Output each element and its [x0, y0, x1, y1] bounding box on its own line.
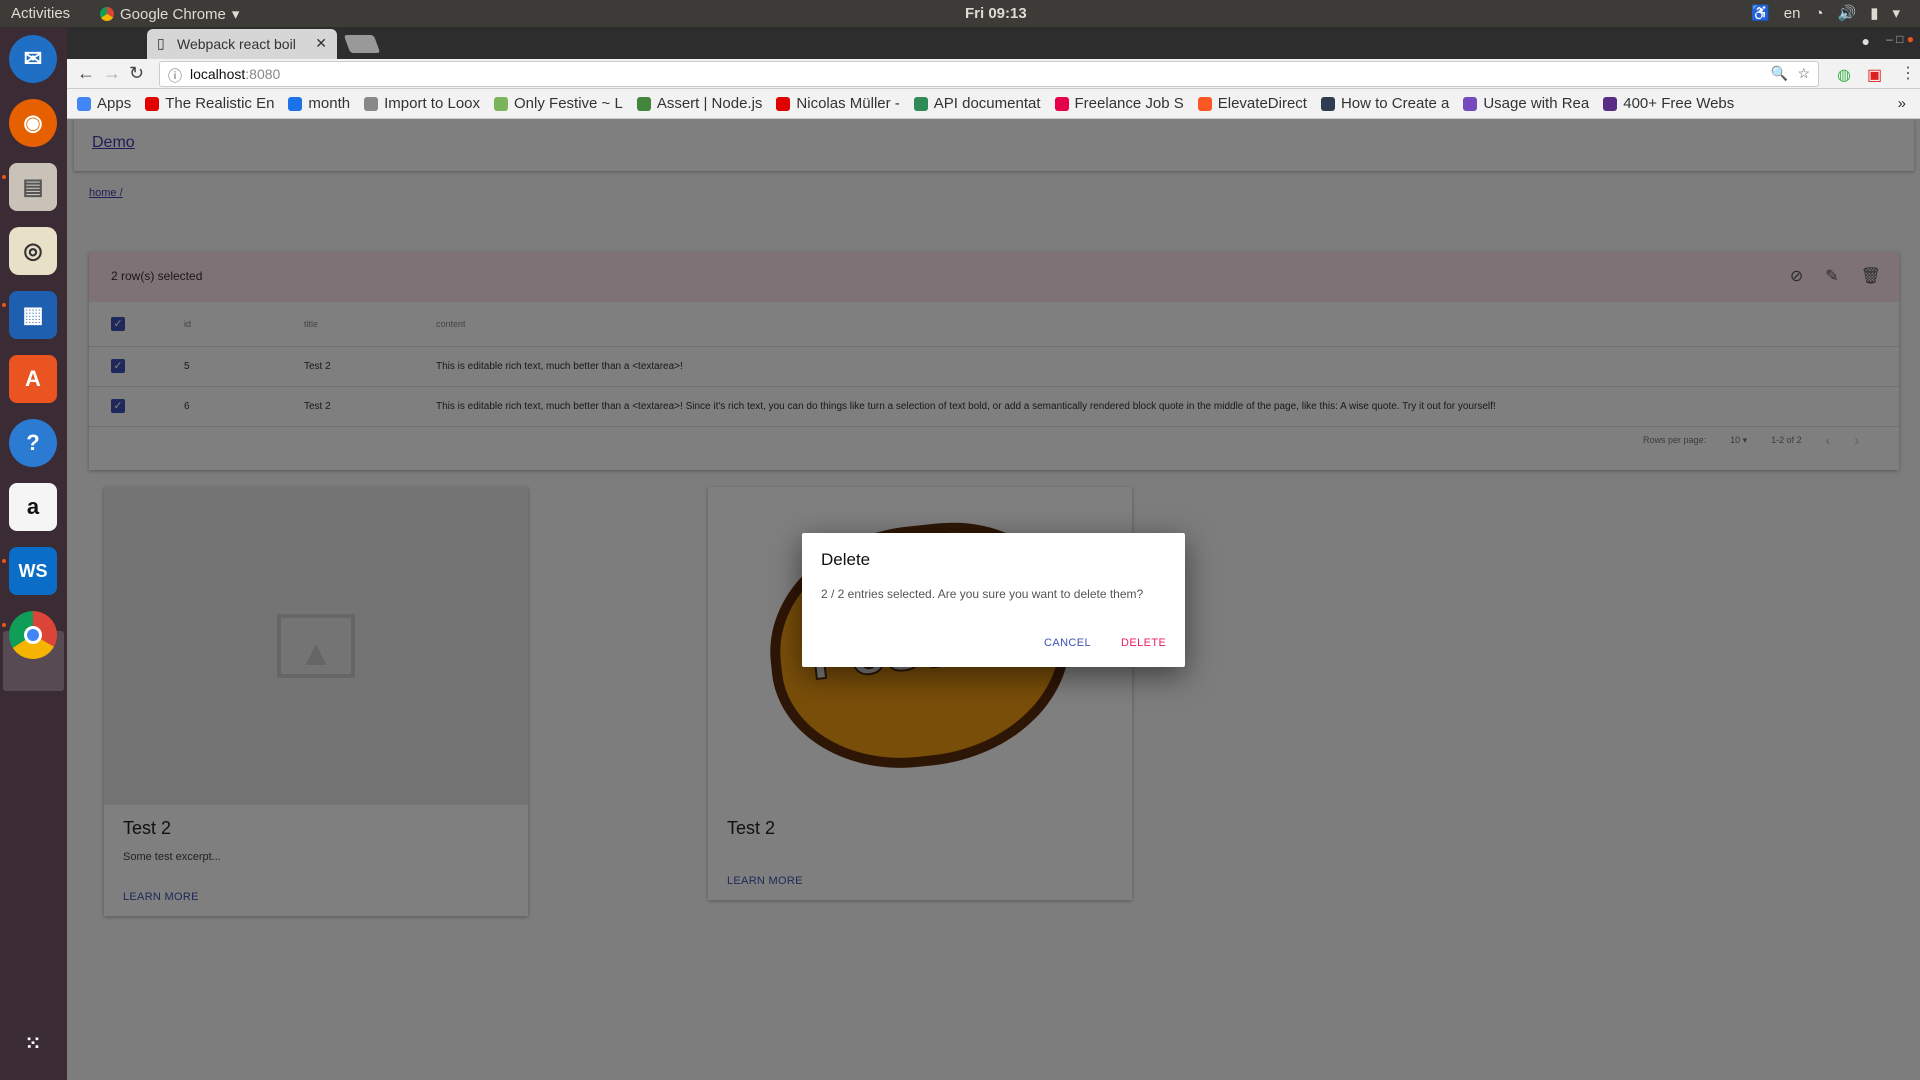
show-applications-icon[interactable]: ⁙	[9, 1019, 57, 1067]
files-icon[interactable]: ▤	[9, 163, 57, 211]
tab-title: Webpack react boil	[177, 36, 296, 52]
bookmark-label: Freelance Job S	[1074, 95, 1184, 112]
rhythmbox-icon[interactable]: ◎	[9, 227, 57, 275]
page-icon: ▯	[157, 35, 165, 51]
close-icon[interactable]: ✕	[315, 35, 327, 52]
zoom-icon[interactable]: 🔍	[1771, 65, 1788, 82]
profile-icon[interactable]: ●	[1862, 33, 1870, 49]
delete-button[interactable]: DELETE	[1121, 637, 1166, 649]
reload-icon[interactable]: ↻	[129, 63, 144, 84]
extension-icon[interactable]: ◍	[1837, 65, 1851, 85]
bookmark-label: How to Create a	[1340, 95, 1450, 112]
running-indicator	[2, 303, 6, 307]
delete-dialog: Delete 2 / 2 entries selected. Are you s…	[802, 533, 1185, 667]
webstorm-icon[interactable]: WS	[9, 547, 57, 595]
bookmark-favicon-icon	[494, 96, 509, 111]
bookmark-label: Only Festive ~ L	[514, 95, 623, 112]
bookmark-label: Usage with Rea	[1483, 95, 1590, 112]
browser-toolbar: ← → ↻ ⓘ localhost:8080 🔍 ☆ ◍ ▣ ⋮	[67, 59, 1920, 89]
bookmark-item[interactable]: Freelance Job S	[1054, 95, 1184, 112]
app-menu-label: Google Chrome	[120, 5, 226, 23]
amazon-icon[interactable]: a	[9, 483, 57, 531]
bookmark-item[interactable]: Only Festive ~ L	[494, 95, 623, 112]
system-tray[interactable]: ♿ en ◔ 🔊 ▮ ▾	[1751, 4, 1900, 23]
writer-icon[interactable]: ▦	[9, 291, 57, 339]
bookmark-item[interactable]: Usage with Rea	[1463, 95, 1589, 112]
extension-icon[interactable]: ▣	[1867, 65, 1882, 85]
bookmark-item[interactable]: Assert | Node.js	[636, 95, 763, 112]
url-host: localhost	[190, 66, 246, 82]
url-port: :8080	[245, 66, 281, 82]
running-indicator	[2, 175, 6, 179]
thunderbird-icon[interactable]: ✉	[9, 35, 57, 83]
bookmark-favicon-icon	[776, 96, 791, 111]
window-controls[interactable]: – □ ●	[1886, 32, 1914, 46]
chevron-down-icon: ▾	[231, 6, 240, 23]
bookmark-label: Assert | Node.js	[656, 95, 763, 112]
chrome-icon	[100, 7, 114, 21]
language-indicator[interactable]: en	[1784, 5, 1801, 22]
bookmark-favicon-icon	[1197, 96, 1212, 111]
bookmark-favicon-icon	[1603, 96, 1618, 111]
clock[interactable]: Fri 09:13	[965, 5, 1027, 22]
bookmark-favicon-icon	[77, 96, 91, 111]
forward-icon[interactable]: →	[103, 63, 121, 84]
bookmark-label: month	[308, 95, 351, 112]
bookmarks-overflow-icon[interactable]: »	[1898, 95, 1920, 112]
help-icon[interactable]: ?	[9, 419, 57, 467]
bookmark-label: ElevateDirect	[1217, 95, 1307, 112]
bookmark-item[interactable]: Import to Loox	[364, 95, 480, 112]
bookmark-star-icon[interactable]: ☆	[1797, 65, 1810, 82]
firefox-icon[interactable]: ◉	[9, 99, 57, 147]
tab-strip: ▯ Webpack react boil ✕ ● – □ ●	[67, 27, 1920, 59]
bookmark-label: API documentat	[933, 95, 1041, 112]
activities-button[interactable]: Activities	[11, 5, 70, 22]
bookmark-label: 400+ Free Webs	[1623, 95, 1735, 112]
new-tab-button[interactable]	[343, 35, 381, 53]
bookmarks-bar: Apps The Realistic En month Import to Loox O…	[67, 89, 1920, 119]
back-icon[interactable]: ←	[77, 63, 95, 84]
battery-icon[interactable]: ▮	[1870, 4, 1878, 22]
menu-icon[interactable]: ⋮	[1900, 63, 1916, 83]
bookmark-favicon-icon	[913, 96, 928, 111]
software-center-icon[interactable]: A	[9, 355, 57, 403]
bookmark-label: Import to Loox	[384, 95, 481, 112]
bookmark-favicon-icon	[364, 96, 379, 111]
cancel-button[interactable]: CANCEL	[1044, 637, 1091, 649]
bookmark-favicon-icon	[636, 96, 651, 111]
bookmark-label: The Realistic En	[165, 95, 275, 112]
launcher-dock: ✉ ◉ ▤ ◎ ▦ A ? a WS ⁙	[0, 27, 67, 1080]
bookmark-label: Nicolas Müller -	[796, 95, 900, 112]
bookmark-item[interactable]: 400+ Free Webs	[1603, 95, 1734, 112]
running-indicator	[2, 623, 6, 627]
bookmark-item[interactable]: The Realistic En	[145, 95, 274, 112]
wifi-icon[interactable]: ◔	[1814, 5, 1823, 22]
bookmark-item[interactable]: Apps	[77, 95, 131, 112]
bookmark-label: Apps	[97, 95, 132, 112]
chrome-icon[interactable]	[9, 611, 57, 659]
bookmark-favicon-icon	[1463, 96, 1478, 111]
bookmark-item[interactable]: ElevateDirect	[1197, 95, 1307, 112]
bookmark-favicon-icon	[1320, 96, 1335, 111]
chevron-down-icon[interactable]: ▾	[1892, 4, 1900, 22]
accessibility-icon[interactable]: ♿	[1751, 4, 1770, 22]
system-top-bar: Activities Google Chrome ▾ Fri 09:13 ♿ e…	[0, 0, 1920, 27]
bookmark-favicon-icon	[1054, 96, 1069, 111]
info-icon[interactable]: ⓘ	[168, 66, 182, 86]
app-menu[interactable]: Google Chrome ▾	[100, 5, 239, 23]
dialog-title: Delete	[821, 550, 871, 569]
bookmark-item[interactable]: Nicolas Müller -	[776, 95, 900, 112]
bookmark-favicon-icon	[288, 96, 303, 111]
bookmark-item[interactable]: API documentat	[913, 95, 1041, 112]
running-indicator	[2, 559, 6, 563]
bookmark-favicon-icon	[145, 96, 160, 111]
dialog-message: 2 / 2 entries selected. Are you sure you…	[821, 587, 1144, 601]
tab-webpack[interactable]: ▯ Webpack react boil ✕	[147, 29, 337, 59]
bookmark-item[interactable]: How to Create a	[1320, 95, 1450, 112]
volume-icon[interactable]: 🔊	[1838, 4, 1857, 22]
address-bar[interactable]: ⓘ localhost:8080 🔍 ☆	[159, 61, 1819, 87]
bookmark-item[interactable]: month	[288, 95, 350, 112]
